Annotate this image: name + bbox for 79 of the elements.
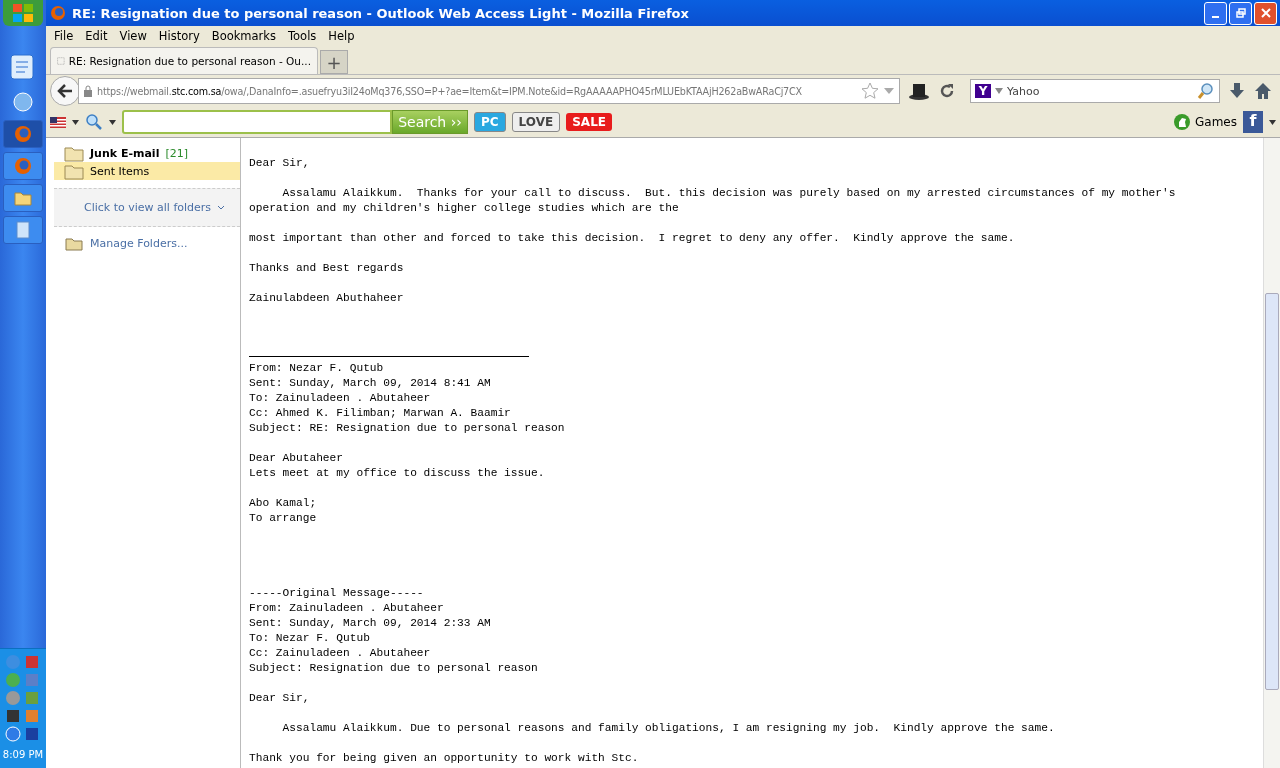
message-line: To: Nezar F. Qutub — [249, 631, 371, 646]
close-button[interactable] — [1254, 1, 1277, 25]
message-line: Lets meet at my office to discuss the issue. — [249, 466, 546, 481]
folder-icon — [14, 190, 32, 206]
close-icon — [1260, 8, 1271, 18]
facebook-button[interactable]: f — [1243, 111, 1263, 133]
minimize-icon — [1212, 16, 1219, 18]
message-line: Dear Sir, — [249, 156, 311, 171]
search-icon[interactable] — [85, 113, 103, 131]
chevron-down-icon — [217, 204, 226, 211]
dropdown-icon[interactable] — [1269, 119, 1276, 125]
menu-item[interactable]: File — [48, 29, 80, 43]
web-search-field[interactable]: Y Yahoo — [970, 79, 1220, 103]
globe-icon[interactable] — [11, 90, 35, 114]
dropdown-icon — [995, 88, 1003, 94]
menu-item[interactable]: Help — [322, 29, 361, 43]
menu-item[interactable]: History — [152, 29, 206, 43]
message-line: Sent: Sunday, March 09, 2014 2:33 AM — [249, 616, 492, 631]
folder-item[interactable]: Junk E-mail [21] — [54, 144, 240, 162]
menu-item[interactable]: Tools — [282, 29, 323, 43]
message-line: Zainulabdeen Abuthaheer — [249, 291, 405, 306]
notepad-icon — [16, 221, 30, 239]
bookmark-star-icon[interactable] — [861, 82, 879, 100]
new-tab-button[interactable]: + — [320, 50, 348, 74]
message-line: -----Original Message----- — [249, 586, 425, 601]
message-line: Cc: Zainuladeen . Abutaheer — [249, 646, 432, 661]
folder-item[interactable]: Sent Items — [54, 162, 240, 180]
message-line: Cc: Ahmed K. Filimban; Marwan A. Baamir — [249, 406, 512, 421]
message-line: Sent: Sunday, March 09, 2014 8:41 AM — [249, 376, 492, 391]
message-line: Subject: Resignation due to personal reason — [249, 661, 539, 676]
message-line: Abo Kamal; — [249, 496, 318, 511]
search-icon — [1197, 82, 1215, 100]
clock: 8:09 PM — [2, 749, 44, 760]
toolbar-badge[interactable]: SALE — [566, 113, 612, 131]
message-line: From: Zainuladeen . Abutaheer — [249, 601, 445, 616]
maximize-button[interactable] — [1229, 1, 1252, 25]
manage-folders-link[interactable]: Manage Folders... — [54, 227, 240, 251]
flag-icon[interactable] — [50, 116, 66, 128]
lock-icon — [83, 85, 93, 97]
back-button[interactable] — [50, 76, 80, 106]
menu-item[interactable]: Bookmarks — [205, 29, 282, 43]
view-all-folders-link[interactable]: Click to view all folders — [54, 188, 240, 227]
message-line: Dear Abutaheer — [249, 451, 344, 466]
dropdown-icon[interactable] — [109, 119, 116, 125]
folder-icon — [64, 162, 84, 180]
menu-item[interactable]: View — [113, 29, 153, 43]
minimize-button[interactable] — [1204, 1, 1227, 25]
menu-item[interactable]: Edit — [79, 29, 114, 43]
message-line: To: Zainuladeen . Abutaheer — [249, 391, 432, 406]
message-line: most important than other and forced to take this decision. I regret to deny any offer. Kindly approve the same. — [249, 231, 1016, 246]
message-line: operation and my children's higher college studies which are the — [249, 201, 680, 216]
toolbar-badge[interactable]: LOVE — [511, 112, 561, 132]
page-icon — [57, 54, 65, 68]
windows-logo-icon — [11, 2, 35, 24]
search-engine-logo: Y — [975, 84, 991, 98]
message-line: Subject: RE: Resignation due to personal reason — [249, 421, 566, 436]
message-line: Thank you for being given an opportunity to work with Stc. — [249, 751, 640, 766]
message-line: Assalamu Alaikkum. Thanks for your call to discuss. But. this decision was purely based on my arrested circumstances of my mother's — [281, 186, 1177, 201]
taskbar-button[interactable] — [3, 184, 43, 212]
browser-tab[interactable]: RE: Resignation due to personal reason - Ou... — [50, 47, 318, 74]
back-arrow-icon — [57, 84, 73, 98]
reload-icon[interactable] — [938, 82, 956, 100]
games-button[interactable]: Games — [1173, 113, 1237, 131]
taskbar-button[interactable] — [3, 216, 43, 244]
message-line: Dear Sir, — [249, 691, 311, 706]
message-line: Thanks and Best regards — [249, 261, 405, 276]
address-bar[interactable]: https://webmail.stc.com.sa/owa/,DanaInfo=.asuefryu3iI24oMq376,SSO=P+?ae=Item&t=IPM.Note&id=RgAAAAAPHO45rMLUEbKTAAjH262aBwARaCj7CX — [78, 78, 900, 104]
dropdown-icon[interactable] — [72, 119, 79, 125]
download-icon[interactable] — [1228, 82, 1246, 100]
home-icon[interactable] — [1254, 82, 1272, 100]
toolbar-search-field[interactable] — [122, 110, 392, 134]
start-button[interactable] — [3, 0, 43, 26]
message-line: From: Nezar F. Qutub — [249, 361, 385, 376]
folders-icon — [64, 235, 84, 251]
scrollbar[interactable] — [1263, 138, 1280, 768]
window-title: RE: Resignation due to personal reason - Outlook Web Access Light - Mozilla Firefox — [72, 5, 689, 21]
message-line: To arrange — [249, 511, 318, 526]
message-line: Assalamu Alaikkum. Due to personal reasons and family obligations, I am resigning my job. Kindly approve the same. — [281, 721, 1056, 736]
restore-icon — [1235, 8, 1246, 18]
